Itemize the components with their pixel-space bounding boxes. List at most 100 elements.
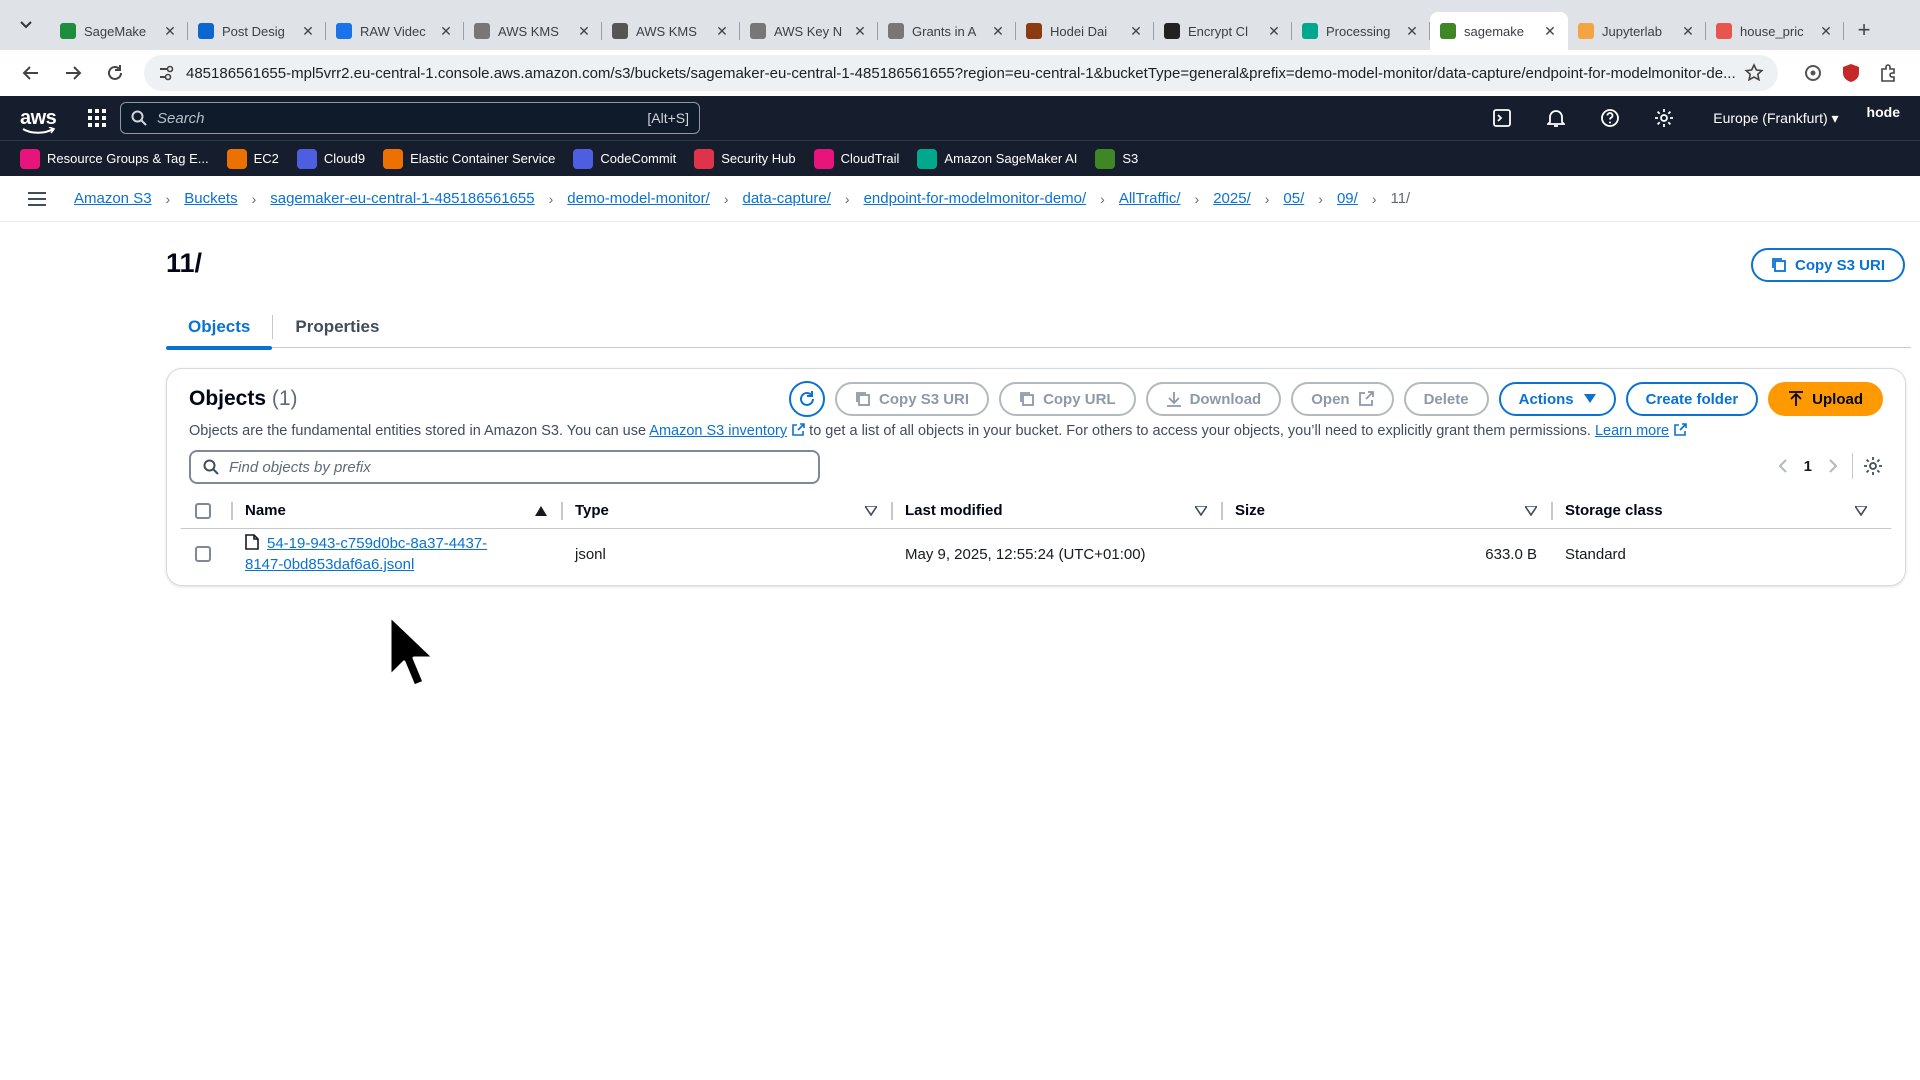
column-last-modified[interactable]: Last modified: [891, 493, 1221, 528]
side-nav-toggle[interactable]: [28, 191, 50, 206]
extension-button[interactable]: [1796, 56, 1830, 90]
upload-button[interactable]: Upload: [1768, 382, 1883, 416]
column-storage-class[interactable]: Storage class: [1551, 493, 1881, 528]
aws-search-input[interactable]: Search [Alt+S]: [120, 102, 700, 134]
object-name-link[interactable]: 54-19-943-c759d0bc-8a37-4437-: [267, 535, 487, 552]
breadcrumb-link[interactable]: 2025/: [1213, 190, 1251, 207]
gear-icon[interactable]: [1863, 456, 1883, 476]
close-tab-icon[interactable]: ✕: [1128, 23, 1144, 40]
page-number[interactable]: 1: [1804, 458, 1812, 475]
favorite-service-link[interactable]: S3: [1095, 148, 1138, 169]
browser-tab[interactable]: AWS KMS ✕: [602, 12, 740, 50]
settings-button[interactable]: [1637, 101, 1691, 135]
region-selector[interactable]: Europe (Frankfurt) ▾: [1713, 110, 1838, 127]
close-tab-icon[interactable]: ✕: [1818, 23, 1834, 40]
favorite-service-link[interactable]: EC2: [226, 148, 279, 169]
forward-button[interactable]: [56, 56, 90, 90]
close-tab-icon[interactable]: ✕: [990, 23, 1006, 40]
favorite-service-link[interactable]: Resource Groups & Tag E...: [20, 148, 209, 169]
account-menu[interactable]: hode: [1867, 104, 1900, 120]
site-settings-icon[interactable]: [158, 65, 174, 81]
download-button[interactable]: Download: [1145, 382, 1282, 416]
services-menu-button[interactable]: [82, 103, 112, 133]
browser-tab[interactable]: RAW Videc ✕: [326, 12, 464, 50]
tab-search-button[interactable]: [12, 11, 40, 39]
address-bar[interactable]: 485186561655-mpl5vrr2.eu-central-1.conso…: [144, 55, 1778, 91]
browser-tab[interactable]: AWS Key N ✕: [740, 12, 878, 50]
aws-logo[interactable]: aws: [20, 107, 60, 134]
breadcrumb-link[interactable]: demo-model-monitor/: [567, 190, 710, 207]
open-button[interactable]: Open: [1291, 382, 1394, 416]
browser-tab[interactable]: SageMake ✕: [50, 12, 188, 50]
chevron-right-icon[interactable]: [1828, 459, 1838, 473]
breadcrumb-link-text[interactable]: Amazon S3: [74, 190, 152, 207]
column-size[interactable]: Size: [1221, 493, 1551, 528]
learn-more-link[interactable]: Learn more: [1595, 423, 1669, 439]
favorite-service-link[interactable]: Elastic Container Service: [383, 148, 555, 169]
breadcrumb-link-text[interactable]: AllTraffic/: [1119, 190, 1181, 207]
extensions-menu-button[interactable]: [1872, 56, 1906, 90]
close-tab-icon[interactable]: ✕: [438, 23, 454, 40]
refresh-button[interactable]: [789, 381, 826, 417]
browser-tab[interactable]: Processing ✕: [1292, 12, 1430, 50]
close-tab-icon[interactable]: ✕: [1266, 23, 1282, 40]
close-tab-icon[interactable]: ✕: [576, 23, 592, 40]
close-tab-icon[interactable]: ✕: [1680, 23, 1696, 40]
table-row[interactable]: 54-19-943-c759d0bc-8a37-4437- 8147-0bd85…: [181, 529, 1891, 579]
copy-s3-uri-header-button[interactable]: Copy S3 URI: [1751, 248, 1906, 282]
breadcrumb-link-text[interactable]: data-capture/: [743, 190, 831, 207]
copy-url-button[interactable]: Copy URL: [999, 382, 1136, 416]
browser-tab[interactable]: Encrypt Cl ✕: [1154, 12, 1292, 50]
select-all-checkbox[interactable]: [195, 502, 211, 519]
browser-tab[interactable]: Jupyterlab ✕: [1568, 12, 1706, 50]
find-objects-input[interactable]: Find objects by prefix: [189, 450, 820, 484]
s3-inventory-link[interactable]: Amazon S3 inventory: [649, 423, 787, 439]
object-name-link-cont[interactable]: 8147-0bd853daf6a6.jsonl: [245, 556, 414, 573]
breadcrumb-link-text[interactable]: sagemaker-eu-central-1-485186561655: [270, 190, 534, 207]
browser-tab[interactable]: sagemake ✕: [1430, 12, 1568, 50]
close-tab-icon[interactable]: ✕: [852, 23, 868, 40]
copy-s3-uri-button[interactable]: Copy S3 URI: [835, 382, 990, 416]
reload-button[interactable]: [98, 56, 132, 90]
close-tab-icon[interactable]: ✕: [1542, 23, 1558, 40]
browser-tab[interactable]: Hodei Dai ✕: [1016, 12, 1154, 50]
breadcrumb-link[interactable]: Amazon S3: [74, 190, 152, 207]
browser-tab[interactable]: AWS KMS ✕: [464, 12, 602, 50]
help-button[interactable]: [1583, 101, 1637, 135]
favorite-service-link[interactable]: Security Hub: [694, 148, 796, 169]
browser-tab[interactable]: house_pric ✕: [1706, 12, 1844, 50]
new-tab-button[interactable]: +: [1850, 16, 1878, 44]
tab-properties[interactable]: Properties: [273, 306, 401, 348]
actions-dropdown[interactable]: Actions: [1498, 382, 1616, 416]
breadcrumb-link[interactable]: Buckets: [184, 190, 237, 207]
column-name[interactable]: Name: [231, 493, 561, 528]
breadcrumb-link-text[interactable]: demo-model-monitor/: [567, 190, 710, 207]
cloudshell-button[interactable]: [1475, 101, 1529, 135]
close-tab-icon[interactable]: ✕: [300, 23, 316, 40]
favorite-service-link[interactable]: CloudTrail: [813, 148, 899, 169]
browser-tab[interactable]: Post Desig ✕: [188, 12, 326, 50]
breadcrumb-link[interactable]: AllTraffic/: [1119, 190, 1181, 207]
favorite-service-link[interactable]: Cloud9: [296, 148, 365, 169]
extension-button-2[interactable]: [1834, 56, 1868, 90]
breadcrumb-link[interactable]: endpoint-for-modelmonitor-demo/: [864, 190, 1087, 207]
breadcrumb-link[interactable]: sagemaker-eu-central-1-485186561655: [270, 190, 534, 207]
bookmark-star-icon[interactable]: [1744, 63, 1764, 83]
breadcrumb-link-text[interactable]: 09/: [1337, 190, 1358, 207]
tab-objects[interactable]: Objects: [166, 306, 273, 350]
browser-tab[interactable]: Grants in A ✕: [878, 12, 1016, 50]
breadcrumb-link[interactable]: 09/: [1337, 190, 1358, 207]
breadcrumb-link-text[interactable]: endpoint-for-modelmonitor-demo/: [864, 190, 1087, 207]
breadcrumb-link-text[interactable]: Buckets: [184, 190, 237, 207]
row-checkbox[interactable]: [195, 546, 211, 562]
notifications-button[interactable]: [1529, 101, 1583, 135]
chevron-left-icon[interactable]: [1778, 459, 1788, 473]
breadcrumb-link-text[interactable]: 2025/: [1213, 190, 1251, 207]
close-tab-icon[interactable]: ✕: [162, 23, 178, 40]
back-button[interactable]: [14, 56, 48, 90]
close-tab-icon[interactable]: ✕: [1404, 23, 1420, 40]
column-type[interactable]: Type: [561, 493, 891, 528]
create-folder-button[interactable]: Create folder: [1625, 382, 1759, 416]
breadcrumb-link-text[interactable]: 05/: [1283, 190, 1304, 207]
favorite-service-link[interactable]: CodeCommit: [573, 148, 676, 169]
